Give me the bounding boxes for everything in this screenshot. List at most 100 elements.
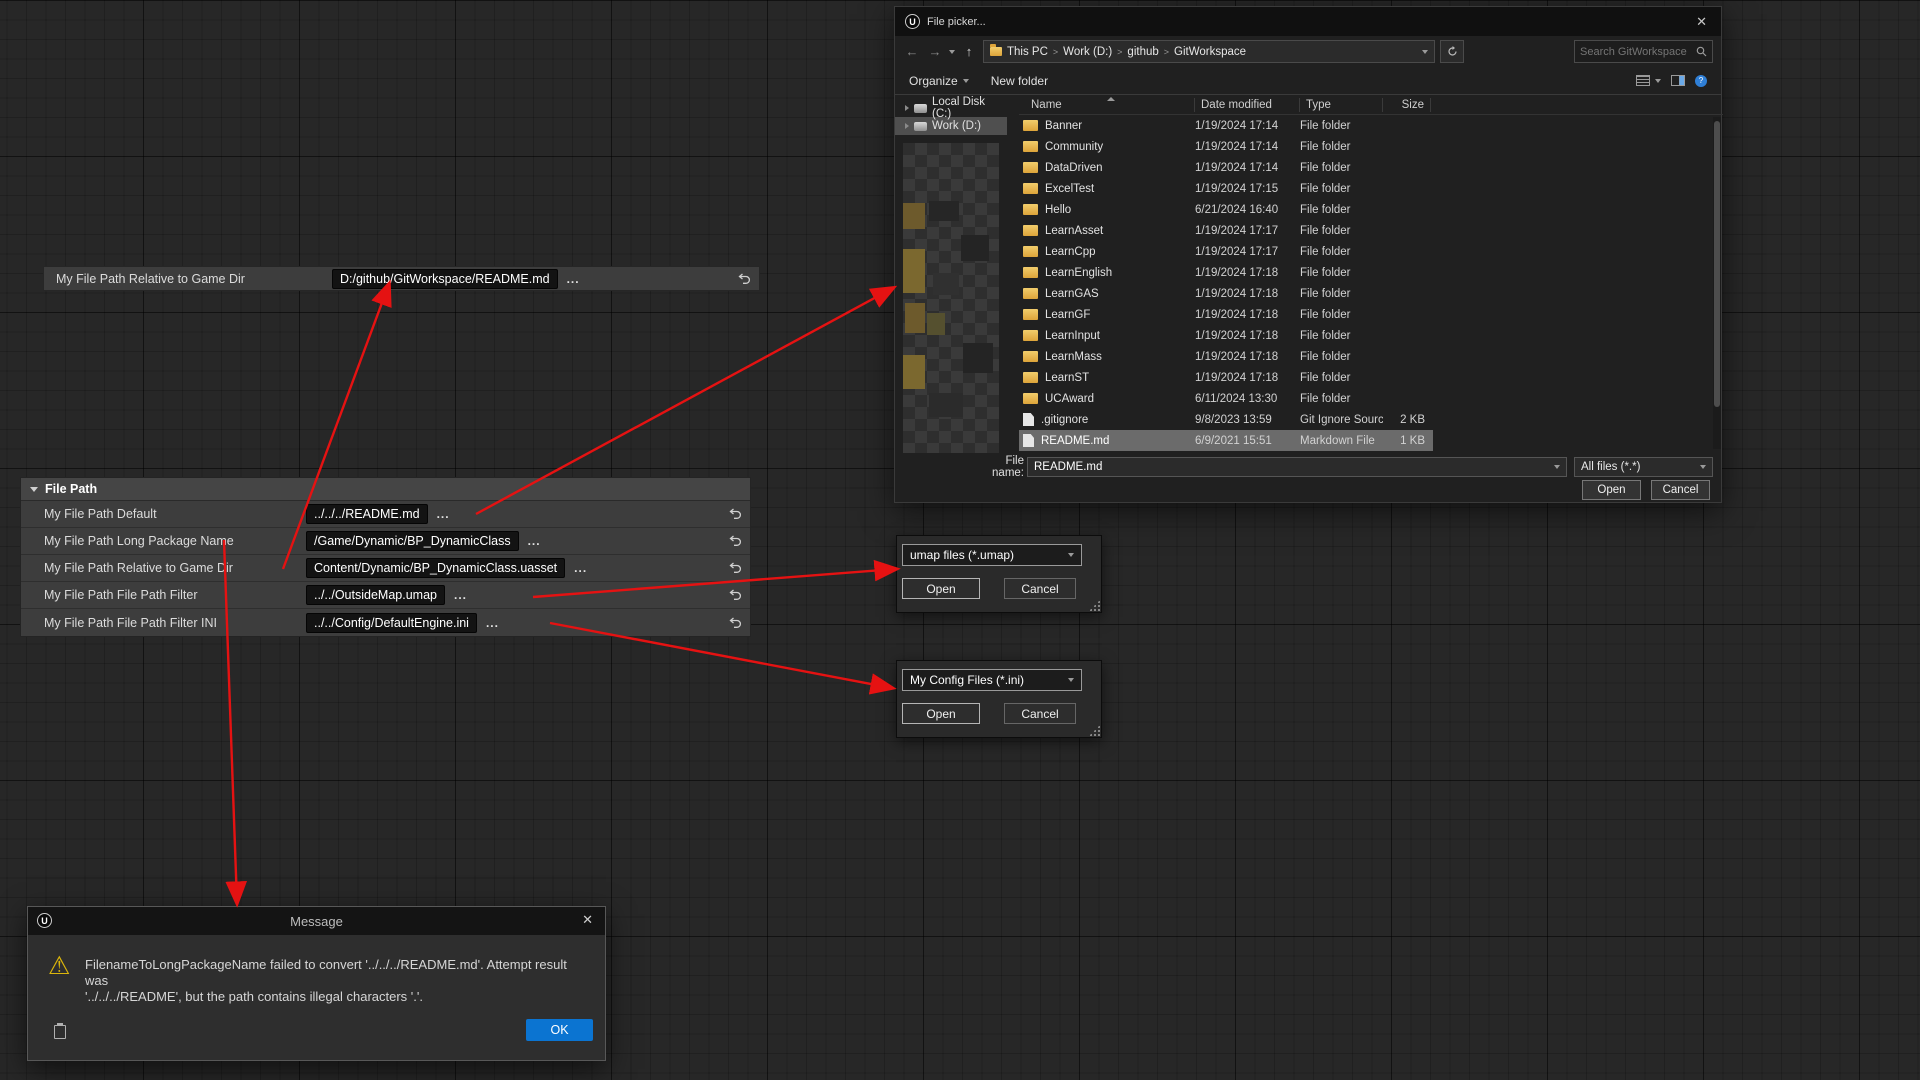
filetype-filter-combobox[interactable]: All files (*.*) (1574, 457, 1713, 477)
property-value-box[interactable]: ../../../README.md (306, 504, 428, 524)
browse-ellipsis-button[interactable]: ... (528, 534, 541, 548)
breadcrumb[interactable]: This PC>Work (D:)>github>GitWorkspace (983, 40, 1435, 63)
search-input[interactable] (1580, 46, 1696, 58)
folder-icon (1023, 372, 1038, 383)
view-mode-button[interactable] (1636, 75, 1661, 86)
breadcrumb-segment[interactable]: github (1124, 46, 1161, 58)
refresh-button[interactable] (1440, 40, 1464, 63)
expand-chevron-icon[interactable] (905, 105, 909, 111)
sidebar-item-local-disk-c-[interactable]: Local Disk (C:) (895, 99, 1007, 117)
folder-icon (1023, 246, 1038, 257)
file-picker-window: U File picker... ✕ ← → ↑ This PC>Work (D… (894, 6, 1722, 503)
close-icon[interactable]: ✕ (582, 912, 593, 928)
folder-icon (1023, 267, 1038, 278)
warning-icon: ⚠ (48, 951, 70, 981)
resize-grip[interactable] (1089, 600, 1100, 611)
revert-icon[interactable] (738, 273, 751, 285)
file-row[interactable]: Hello6/21/2024 16:40File folder (1019, 199, 1433, 220)
file-name-cell: Hello (1023, 204, 1195, 216)
scrollbar[interactable] (1713, 117, 1721, 449)
filter-combobox[interactable]: My Config Files (*.ini) (902, 669, 1082, 691)
file-row[interactable]: LearnGF1/19/2024 17:18File folder (1019, 304, 1433, 325)
open-button[interactable]: Open (1582, 480, 1641, 500)
revert-icon[interactable] (729, 535, 742, 547)
help-icon[interactable]: ? (1695, 75, 1707, 87)
property-value-box[interactable]: D:/github/GitWorkspace/README.md (332, 269, 558, 289)
unreal-logo-icon: U (37, 913, 52, 928)
property-value-box[interactable]: /Game/Dynamic/BP_DynamicClass (306, 531, 519, 551)
open-button[interactable]: Open (902, 703, 980, 724)
titlebar[interactable]: U File picker... ✕ (895, 7, 1721, 36)
forward-icon[interactable]: → (926, 44, 944, 59)
ok-button[interactable]: OK (526, 1019, 593, 1041)
breadcrumb-segment[interactable]: This PC (1004, 46, 1051, 58)
up-icon[interactable]: ↑ (960, 44, 978, 59)
expand-chevron-icon[interactable] (905, 123, 909, 129)
file-row[interactable]: Banner1/19/2024 17:14File folder (1019, 115, 1433, 136)
browse-ellipsis-button[interactable]: ... (574, 561, 587, 575)
browse-ellipsis-button[interactable]: ... (486, 616, 499, 630)
section-header[interactable]: File Path (21, 478, 750, 501)
folder-icon (1023, 225, 1038, 236)
breadcrumb-dropdown-icon[interactable] (1422, 50, 1428, 54)
chevron-down-icon (1700, 465, 1706, 469)
browse-ellipsis-button[interactable]: ... (567, 272, 580, 286)
history-dropdown-icon[interactable] (949, 50, 955, 54)
browse-ellipsis-button[interactable]: ... (437, 507, 450, 521)
property-value-box[interactable]: ../../Config/DefaultEngine.ini (306, 613, 477, 633)
revert-icon[interactable] (729, 562, 742, 574)
column-header-date[interactable]: Date modified (1195, 98, 1300, 112)
file-row[interactable]: LearnMass1/19/2024 17:18File folder (1019, 346, 1433, 367)
file-icon (1023, 413, 1034, 426)
file-row[interactable]: ExcelTest1/19/2024 17:15File folder (1019, 178, 1433, 199)
preview-pane-icon[interactable] (1671, 75, 1685, 86)
file-row[interactable]: UCAward6/11/2024 13:30File folder (1019, 388, 1433, 409)
search-box[interactable] (1574, 40, 1713, 63)
property-value-box[interactable]: ../../OutsideMap.umap (306, 585, 445, 605)
file-row[interactable]: LearnST1/19/2024 17:18File folder (1019, 367, 1433, 388)
file-row[interactable]: LearnAsset1/19/2024 17:17File folder (1019, 220, 1433, 241)
revert-icon[interactable] (729, 617, 742, 629)
file-row[interactable]: .gitignore9/8/2023 13:59Git Ignore Sourc… (1019, 409, 1433, 430)
titlebar[interactable]: U Message ✕ (28, 907, 605, 935)
file-row[interactable]: LearnCpp1/19/2024 17:17File folder (1019, 241, 1433, 262)
file-date: 1/19/2024 17:14 (1195, 141, 1300, 153)
file-date: 1/19/2024 17:17 (1195, 225, 1300, 237)
file-row[interactable]: LearnGAS1/19/2024 17:18File folder (1019, 283, 1433, 304)
close-icon[interactable]: ✕ (1692, 14, 1711, 30)
property-row: My File Path Relative to Game DirContent… (21, 555, 750, 582)
cancel-button[interactable]: Cancel (1651, 480, 1710, 500)
new-folder-button[interactable]: New folder (991, 74, 1048, 88)
cancel-button[interactable]: Cancel (1004, 578, 1076, 599)
scrollbar-thumb[interactable] (1714, 121, 1720, 407)
file-date: 9/8/2023 13:59 (1195, 414, 1300, 426)
organize-button[interactable]: Organize (909, 74, 969, 88)
file-date: 1/19/2024 17:17 (1195, 246, 1300, 258)
resize-grip[interactable] (1089, 725, 1100, 736)
filename-combobox[interactable]: README.md (1027, 457, 1567, 477)
open-button[interactable]: Open (902, 578, 980, 599)
column-header-name[interactable]: Name (1023, 98, 1195, 112)
revert-icon[interactable] (729, 508, 742, 520)
breadcrumb-segment[interactable]: Work (D:) (1060, 46, 1115, 58)
back-icon[interactable]: ← (903, 44, 921, 59)
breadcrumb-segment[interactable]: GitWorkspace (1171, 46, 1249, 58)
file-name-cell: ExcelTest (1023, 183, 1195, 195)
ini-filter-dialog: My Config Files (*.ini) Open Cancel (896, 660, 1102, 738)
column-header-size[interactable]: Size (1383, 98, 1431, 112)
cancel-button[interactable]: Cancel (1004, 703, 1076, 724)
view-dropdown-icon (1655, 79, 1661, 83)
copy-to-clipboard-icon[interactable] (54, 1025, 66, 1039)
file-row[interactable]: LearnInput1/19/2024 17:18File folder (1019, 325, 1433, 346)
file-name: LearnGAS (1045, 288, 1099, 300)
property-value-box[interactable]: Content/Dynamic/BP_DynamicClass.uasset (306, 558, 565, 578)
file-row[interactable]: LearnEnglish1/19/2024 17:18File folder (1019, 262, 1433, 283)
file-row[interactable]: DataDriven1/19/2024 17:14File folder (1019, 157, 1433, 178)
sidebar-item-label: Local Disk (C:) (932, 96, 1007, 120)
file-row[interactable]: Community1/19/2024 17:14File folder (1019, 136, 1433, 157)
revert-icon[interactable] (729, 589, 742, 601)
browse-ellipsis-button[interactable]: ... (454, 588, 467, 602)
file-row[interactable]: README.md6/9/2021 15:51Markdown File1 KB (1019, 430, 1433, 451)
filter-combobox[interactable]: umap files (*.umap) (902, 544, 1082, 566)
column-header-type[interactable]: Type (1300, 98, 1383, 112)
